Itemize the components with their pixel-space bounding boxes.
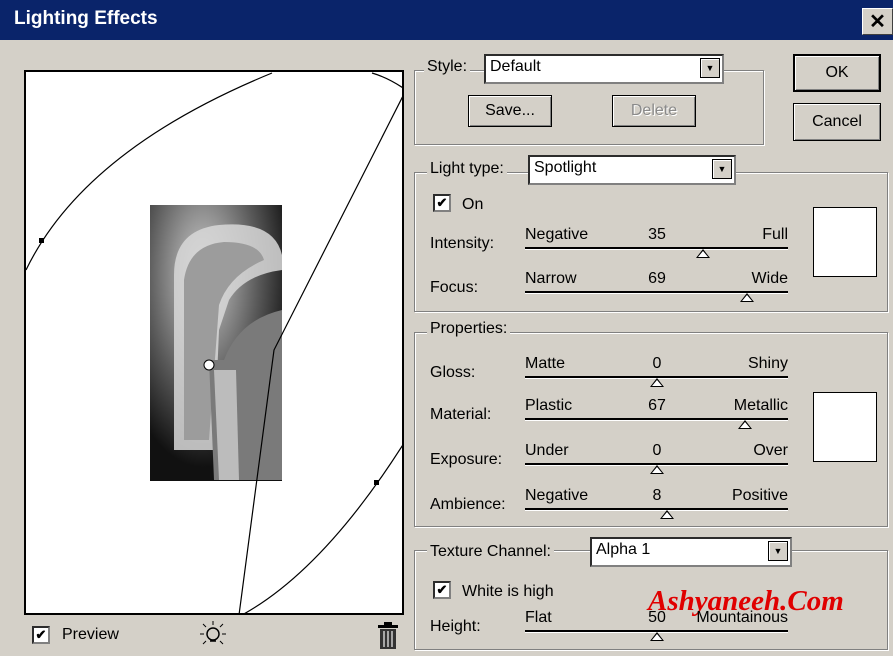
texture-channel-label: Texture Channel: — [427, 543, 554, 561]
focus-max-label: Wide — [751, 270, 788, 287]
preview-label: Preview — [62, 626, 119, 643]
on-label: On — [462, 196, 484, 213]
exposure-value: 0 — [652, 442, 662, 459]
save-button[interactable]: Save... — [468, 95, 552, 127]
style-value: Default — [490, 58, 541, 75]
exposure-label: Exposure: — [430, 451, 503, 468]
window-title: Lighting Effects — [14, 8, 158, 29]
height-label: Height: — [430, 618, 481, 635]
preview-canvas[interactable] — [24, 70, 404, 615]
exposure-slider-thumb[interactable] — [649, 465, 664, 474]
lightbulb-icon[interactable] — [196, 619, 230, 656]
height-min-label: Flat — [525, 609, 552, 626]
light-type-label: Light type: — [427, 160, 507, 178]
gloss-slider-thumb[interactable] — [649, 378, 664, 387]
intensity-slider-thumb[interactable] — [695, 249, 710, 258]
texture-channel-value: Alpha 1 — [596, 541, 651, 558]
height-value: 50 — [648, 609, 666, 626]
material-min-label: Plastic — [525, 397, 573, 414]
gloss-min-label: Matte — [525, 355, 566, 372]
material-max-label: Metallic — [733, 397, 788, 414]
exposure-max-label: Over — [753, 442, 788, 459]
height-slider-thumb[interactable] — [649, 632, 664, 641]
light-ellipse-overlay[interactable] — [24, 70, 404, 615]
ambience-min-label: Negative — [525, 487, 589, 504]
chevron-down-icon[interactable]: ▼ — [768, 541, 788, 561]
gloss-max-label: Shiny — [747, 355, 788, 372]
ok-button[interactable]: OK — [793, 54, 881, 92]
light-type-select[interactable]: Spotlight ▼ — [528, 155, 736, 185]
cancel-button[interactable]: Cancel — [793, 103, 881, 141]
intensity-min-label: Negative — [525, 226, 589, 243]
style-select[interactable]: Default ▼ — [484, 54, 724, 84]
chevron-down-icon[interactable]: ▼ — [700, 58, 720, 78]
intensity-label: Intensity: — [430, 235, 495, 252]
material-slider-thumb[interactable] — [737, 420, 752, 429]
gloss-value: 0 — [652, 355, 662, 372]
ambience-label: Ambience: — [430, 496, 506, 513]
white-is-high-checkbox[interactable]: ✔ — [433, 581, 451, 599]
properties-color-swatch[interactable] — [813, 392, 877, 462]
light-color-swatch[interactable] — [813, 207, 877, 277]
focus-min-label: Narrow — [525, 270, 577, 287]
exposure-min-label: Under — [525, 442, 569, 459]
light-type-value: Spotlight — [534, 159, 597, 176]
white-is-high-label: White is high — [462, 583, 554, 600]
intensity-slider-track[interactable] — [525, 247, 788, 250]
material-value: 67 — [648, 397, 666, 414]
style-label: Style: — [424, 58, 471, 76]
preview-checkbox[interactable]: ✔ — [32, 626, 50, 644]
texture-channel-select[interactable]: Alpha 1 ▼ — [590, 537, 792, 567]
intensity-max-label: Full — [762, 226, 788, 243]
chevron-down-icon[interactable]: ▼ — [712, 159, 732, 179]
intensity-value: 35 — [648, 226, 666, 243]
ambience-slider-track[interactable] — [525, 508, 788, 511]
ambience-max-label: Positive — [731, 487, 788, 504]
close-button[interactable]: ✕ — [862, 8, 893, 35]
ambience-value: 8 — [652, 487, 662, 504]
trash-icon[interactable] — [376, 622, 400, 655]
focus-value: 69 — [648, 270, 666, 287]
height-max-label: Mountainous — [696, 609, 788, 626]
gloss-label: Gloss: — [430, 364, 476, 381]
properties-label: Properties: — [427, 320, 511, 338]
delete-button[interactable]: Delete — [612, 95, 696, 127]
focus-label: Focus: — [430, 279, 479, 296]
material-label: Material: — [430, 406, 492, 423]
focus-slider-thumb[interactable] — [740, 293, 755, 302]
ambience-slider-thumb[interactable] — [660, 510, 675, 519]
on-checkbox[interactable]: ✔ — [433, 194, 451, 212]
close-icon: ✕ — [869, 11, 886, 33]
